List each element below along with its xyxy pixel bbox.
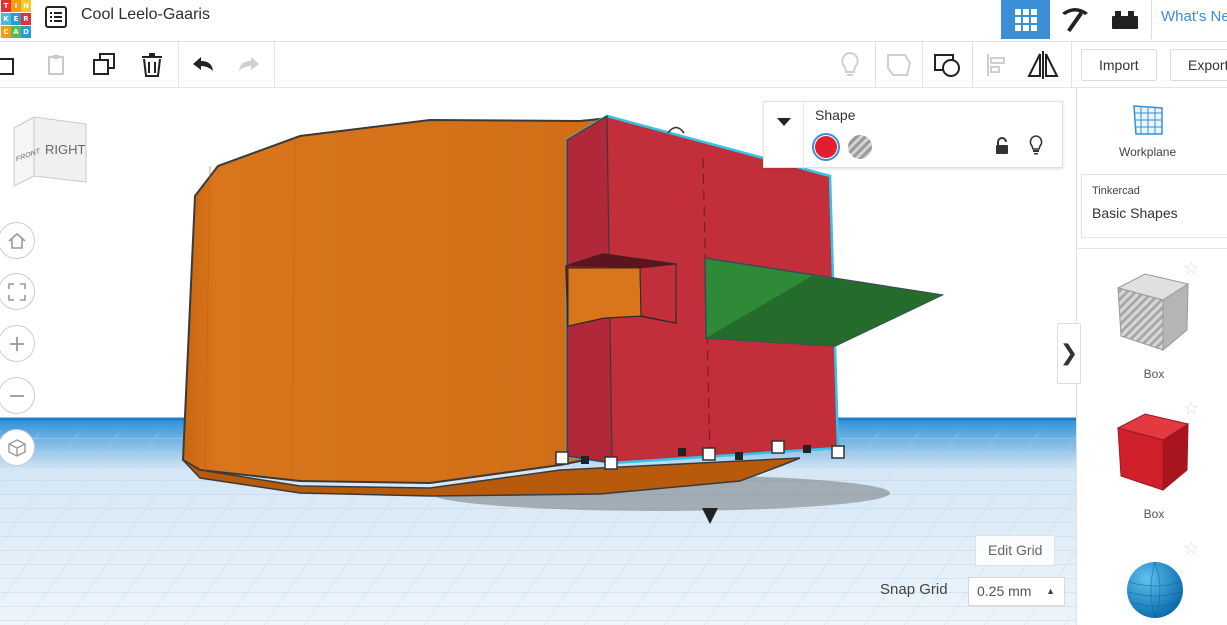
- mirror-icon: [1027, 51, 1059, 79]
- mirror-button[interactable]: [1026, 48, 1060, 82]
- 3d-viewport[interactable]: FRONT RIGHT Shape Edit Grid Snap Grid 0.…: [0, 88, 1076, 625]
- duplicate-button[interactable]: [87, 48, 121, 82]
- panel-collapse-toggle[interactable]: ❯: [1057, 323, 1081, 384]
- paste-icon: [48, 55, 64, 75]
- red-box-shape[interactable]: [555, 114, 945, 470]
- copy-icon: [0, 58, 14, 75]
- shape-label: Box: [1143, 367, 1165, 381]
- workplane-button[interactable]: Workplane: [1077, 88, 1227, 168]
- edit-grid-button[interactable]: Edit Grid: [975, 535, 1056, 566]
- shape-sphere[interactable]: ☆: [1077, 538, 1227, 625]
- tinkercad-logo[interactable]: T I N K E R C A D: [0, 0, 32, 39]
- redo-button[interactable]: [232, 48, 266, 82]
- box-solid-icon: [1116, 413, 1190, 492]
- drop-to-workplane-arrow[interactable]: [702, 508, 718, 524]
- workplane-icon: [1133, 105, 1163, 135]
- bricks-view-button[interactable]: [1100, 0, 1149, 39]
- hole-swatch[interactable]: [848, 135, 872, 159]
- snap-grid-value: 0.25 mm: [977, 583, 1032, 599]
- inspector-title: Shape: [815, 107, 856, 123]
- star-icon[interactable]: ☆: [1183, 538, 1199, 559]
- lightbulb-icon[interactable]: [1028, 135, 1044, 155]
- workplane-label: Workplane: [1119, 145, 1177, 159]
- library-name: Basic Shapes: [1092, 205, 1178, 221]
- shapes-panel: Workplane Tinkercad Basic Shapes ☆ Box ☆…: [1076, 88, 1227, 625]
- lock-icon[interactable]: [994, 137, 1010, 155]
- logo-letter: I: [11, 0, 21, 12]
- logo-letter: R: [21, 13, 31, 25]
- import-button[interactable]: Import: [1081, 49, 1157, 81]
- align-icon: [987, 54, 1005, 76]
- hide-button[interactable]: [882, 48, 916, 82]
- shape-inspector: Shape: [763, 101, 1063, 169]
- align-button[interactable]: [979, 48, 1013, 82]
- logo-letter: A: [11, 26, 21, 38]
- logo-letter: N: [21, 0, 31, 12]
- logo-letter: K: [1, 13, 11, 25]
- fit-all-icon: [7, 282, 26, 301]
- shape-label: Box: [1143, 507, 1165, 521]
- blocks-view-button[interactable]: [1050, 0, 1099, 39]
- redo-icon: [239, 57, 259, 71]
- zoom-in-icon: [9, 336, 24, 351]
- view-cube-right-face: RIGHT: [45, 142, 86, 157]
- bricks-view-icon: [1111, 10, 1138, 29]
- library-provider: Tinkercad: [1092, 185, 1140, 197]
- home-icon: [7, 232, 26, 249]
- group-icon: [934, 54, 960, 77]
- design-title[interactable]: Cool Leelo-Gaaris: [81, 6, 210, 24]
- design-list-icon[interactable]: [44, 5, 68, 29]
- chevron-right-icon: ❯: [1059, 341, 1079, 366]
- shape-box-hole[interactable]: ☆ Box: [1077, 258, 1227, 398]
- whats-new-link[interactable]: What's New: [1151, 0, 1227, 39]
- delete-button[interactable]: [135, 48, 169, 82]
- solid-color-swatch[interactable]: [812, 133, 840, 161]
- duplicate-icon: [93, 53, 115, 75]
- shape-box-solid[interactable]: ☆ Box: [1077, 398, 1227, 538]
- group-button[interactable]: [930, 48, 964, 82]
- logo-letter: C: [1, 26, 11, 38]
- undo-button[interactable]: [186, 48, 220, 82]
- caret-down-icon: [776, 118, 791, 126]
- export-button[interactable]: Export: [1170, 49, 1227, 81]
- lightbulb-icon: [841, 51, 859, 76]
- logo-letter: E: [11, 13, 21, 25]
- logo-letter: T: [1, 0, 11, 12]
- 3d-design-view-button[interactable]: [1001, 0, 1050, 39]
- perspective-cube-icon: [7, 438, 26, 457]
- top-bar: T I N K E R C A D Cool Leelo-Gaaris What…: [0, 0, 1227, 42]
- copy-button[interactable]: [0, 48, 24, 82]
- box-hole-icon: [1116, 273, 1190, 352]
- hide-shape-icon: [887, 54, 912, 76]
- zoom-out-icon: [9, 394, 24, 397]
- inspector-collapse-button[interactable]: [764, 102, 804, 169]
- caret-up-icon: ▲: [1046, 586, 1055, 596]
- paste-button[interactable]: [39, 48, 73, 82]
- logo-letter: D: [21, 26, 31, 38]
- snap-grid-label: Snap Grid: [880, 581, 948, 598]
- toolbar: Import Export: [0, 42, 1227, 88]
- 3d-design-view-icon: [1014, 8, 1037, 31]
- trash-icon: [142, 53, 162, 77]
- sphere-icon: [1127, 561, 1183, 619]
- snap-grid-select[interactable]: 0.25 mm ▲: [968, 577, 1065, 606]
- workplane-scene[interactable]: [0, 88, 1076, 625]
- shape-library-select[interactable]: Tinkercad Basic Shapes: [1081, 174, 1227, 238]
- undo-icon: [193, 57, 213, 71]
- pickaxe-icon: [1061, 7, 1088, 32]
- show-all-button[interactable]: [833, 48, 867, 82]
- view-cube[interactable]: FRONT RIGHT: [12, 114, 90, 190]
